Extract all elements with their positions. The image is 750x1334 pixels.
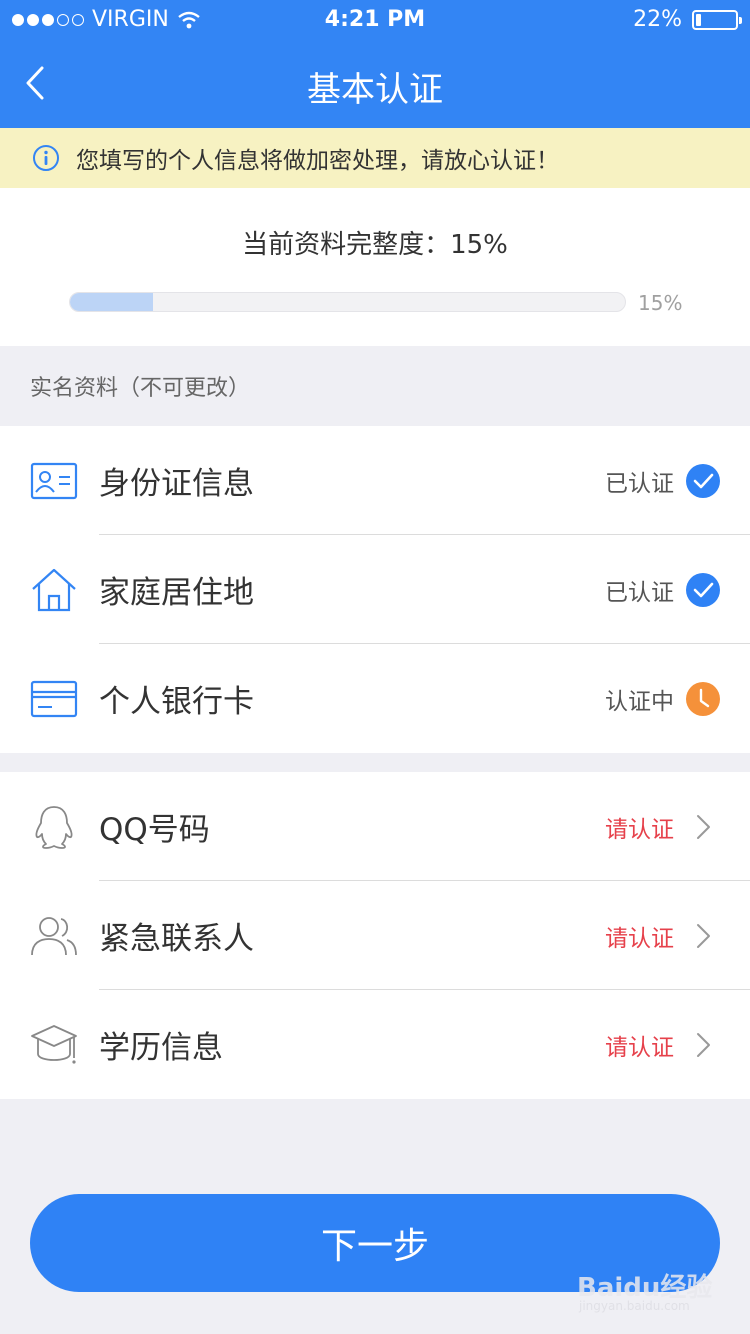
section-title-real-name: 实名资料（不可更改）	[30, 376, 251, 401]
item-label: 家庭居住地	[99, 575, 254, 611]
qq-penguin-icon	[35, 806, 73, 849]
security-notice: 您填写的个人信息将做加密处理，请放心认证！	[0, 128, 750, 188]
real-name-list: 身份证信息 已认证 家庭居住地 已认证 个人银行卡 认证中	[0, 426, 750, 753]
item-label: QQ号码	[99, 812, 210, 848]
house-icon	[32, 568, 76, 612]
item-label: 身份证信息	[99, 466, 254, 502]
item-label: 学历信息	[99, 1030, 223, 1066]
info-icon	[33, 145, 59, 171]
completeness-label: 当前资料完整度：15%	[242, 230, 508, 260]
item-status: 认证中	[605, 688, 674, 715]
item-status: 已认证	[605, 579, 674, 606]
list-item-emergency-contact[interactable]: 紧急联系人 请认证	[0, 881, 750, 990]
progress-fill	[70, 293, 154, 311]
other-info-list: QQ号码 请认证 紧急联系人 请认证 学历信息 请认证	[0, 772, 750, 1099]
page-title: 基本认证	[307, 70, 443, 110]
item-status: 请认证	[605, 1034, 674, 1061]
baidu-watermark: Baidu经验 jingyan.baidu.com	[575, 1255, 725, 1325]
verified-check-icon	[686, 573, 720, 607]
list-item-id-card[interactable]: 身份证信息 已认证	[0, 426, 750, 535]
graduation-cap-icon	[31, 1025, 77, 1064]
item-label: 个人银行卡	[99, 684, 254, 720]
battery-icon	[692, 9, 742, 30]
list-item-qq[interactable]: QQ号码 请认证	[0, 772, 750, 881]
status-bar: VIRGIN 4:21 PM 22%	[0, 0, 750, 40]
chevron-right-icon	[697, 815, 710, 839]
item-label: 紧急联系人	[99, 921, 254, 957]
battery-percent: 22%	[633, 7, 682, 32]
progress-percent: 15%	[638, 291, 683, 315]
watermark-url: jingyan.baidu.com	[579, 1299, 690, 1313]
list-item-education[interactable]: 学历信息 请认证	[0, 990, 750, 1099]
item-status: 请认证	[605, 816, 674, 843]
list-item-home-address[interactable]: 家庭居住地 已认证	[0, 535, 750, 644]
notice-text: 您填写的个人信息将做加密处理，请放心认证！	[76, 148, 559, 174]
completeness-section: 当前资料完整度：15% 15%	[0, 188, 750, 346]
list-item-bank-card[interactable]: 个人银行卡 认证中	[0, 644, 750, 753]
bank-card-icon	[30, 680, 78, 718]
item-status: 请认证	[605, 925, 674, 952]
pending-clock-icon	[686, 682, 720, 716]
chevron-right-icon	[697, 1033, 710, 1057]
chevron-right-icon	[697, 924, 710, 948]
verified-check-icon	[686, 464, 720, 498]
id-card-icon	[30, 462, 78, 500]
nav-bar: 基本认证	[0, 40, 750, 128]
completeness-progress-bar	[69, 292, 626, 312]
item-status: 已认证	[605, 470, 674, 497]
contacts-icon	[31, 917, 77, 956]
